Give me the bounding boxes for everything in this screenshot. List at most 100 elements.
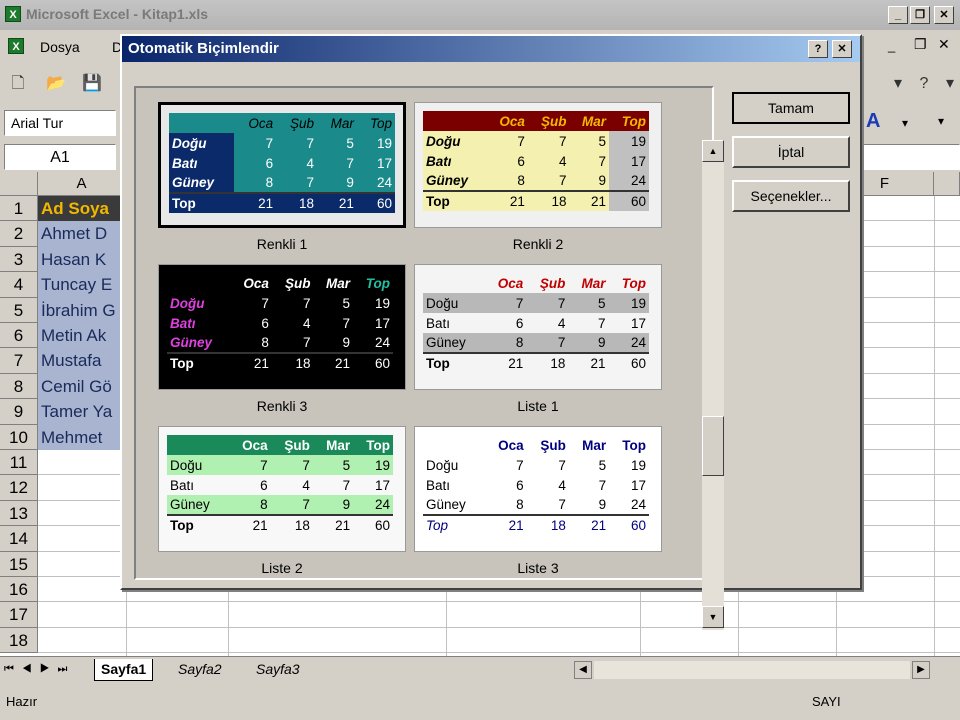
row-header[interactable]: 10 bbox=[0, 424, 38, 450]
cell-a[interactable]: Tamer Ya bbox=[38, 399, 126, 425]
sample-row: Güney 8 7 9 24 bbox=[167, 495, 393, 515]
row-header[interactable]: 6 bbox=[0, 323, 38, 349]
font-name-combo[interactable]: Arial Tur bbox=[4, 110, 116, 136]
tab-sayfa2[interactable]: Sayfa2 bbox=[172, 659, 228, 681]
workbook-minimize-icon[interactable]: _ bbox=[888, 38, 895, 53]
workbook-icon[interactable]: X bbox=[8, 38, 24, 54]
row-header[interactable]: 8 bbox=[0, 373, 38, 400]
save-icon[interactable]: 💾 bbox=[80, 72, 104, 96]
new-document-icon[interactable]: 🗋 bbox=[6, 72, 30, 96]
cell-a[interactable]: Metin Ak bbox=[38, 323, 126, 349]
sample-row-label: Top bbox=[167, 353, 231, 373]
sample-row-label: Top bbox=[169, 193, 235, 213]
formatting-options-icon[interactable]: ▾ bbox=[938, 114, 944, 128]
column-header-g[interactable] bbox=[934, 172, 960, 196]
cell-a[interactable]: Ad Soya bbox=[38, 196, 126, 222]
cell-a[interactable]: Mustafa bbox=[38, 348, 126, 374]
row-header[interactable]: 11 bbox=[0, 450, 38, 476]
sample-value-cell: 9 bbox=[598, 497, 607, 512]
row-header[interactable]: 1 bbox=[0, 196, 38, 222]
sample-row: Batı 6 4 7 17 bbox=[167, 313, 393, 333]
cell-a[interactable]: Ahmet D bbox=[38, 221, 126, 247]
row-header[interactable]: 14 bbox=[0, 526, 38, 552]
cell-a[interactable]: Tuncay E bbox=[38, 272, 126, 298]
column-header-a[interactable]: A bbox=[38, 172, 126, 196]
sample-value-cell: 60 bbox=[376, 196, 392, 211]
autoformat-sample[interactable]: Oca Şub Mar Top Doğu 7 7 5 19 Batı 6 4 7 17 Güney 8 7 9 24… bbox=[158, 264, 406, 390]
help-icon[interactable]: ? bbox=[912, 72, 936, 96]
row-header[interactable]: 15 bbox=[0, 551, 38, 577]
dialog-close-icon[interactable]: ✕ bbox=[832, 40, 852, 58]
scroll-thumb[interactable] bbox=[702, 416, 724, 476]
row-header[interactable]: 5 bbox=[0, 297, 38, 323]
gallery-scrollbar[interactable]: ▲ ▼ bbox=[702, 140, 724, 630]
grid-line bbox=[38, 626, 960, 628]
autoformat-sample[interactable]: Oca Şub Mar Top Doğu 7 7 5 19 Batı 6 4 7 17 Güney 8 7 9 24… bbox=[414, 102, 662, 228]
hscroll-right-icon[interactable]: ▶ bbox=[912, 661, 930, 679]
row-header[interactable]: 18 bbox=[0, 627, 38, 654]
sample-row: Top 21 18 21 60 bbox=[169, 193, 395, 213]
tab-navigation-icon[interactable]: ⏮◀▶⏭ bbox=[4, 663, 75, 676]
workbook-close-icon[interactable]: ✕ bbox=[938, 36, 950, 53]
hscroll-left-icon[interactable]: ◀ bbox=[574, 661, 592, 679]
cancel-button[interactable]: İptal bbox=[732, 136, 850, 168]
sample-header-cell: Mar bbox=[330, 115, 354, 131]
workbook-restore-icon[interactable]: ❐ bbox=[914, 36, 927, 53]
scroll-down-icon[interactable]: ▼ bbox=[702, 606, 724, 628]
row-header[interactable]: 3 bbox=[0, 246, 38, 273]
cell-a[interactable]: İbrahim G bbox=[38, 297, 126, 323]
cell-a[interactable]: Hasan K bbox=[38, 246, 126, 273]
minimize-icon[interactable]: _ bbox=[888, 6, 908, 24]
scroll-up-icon[interactable]: ▲ bbox=[702, 140, 724, 162]
row-header[interactable]: 4 bbox=[0, 272, 38, 298]
close-icon[interactable]: ✕ bbox=[934, 6, 954, 24]
sample-row: Güney 8 7 9 24 bbox=[423, 171, 649, 191]
autoformat-sample[interactable]: Oca Şub Mar Top Doğu 7 7 5 19 Batı 6 4 7 17 Güney 8 7 9 24… bbox=[414, 426, 662, 552]
sample-value-cell: 21 bbox=[590, 356, 606, 371]
row-header[interactable]: 2 bbox=[0, 221, 38, 247]
autoformat-dialog: Otomatik Biçimlendir ? ✕ Oca Şub Mar Top Doğ… bbox=[120, 34, 862, 630]
sample-row: Top 21 18 21 60 bbox=[423, 515, 649, 535]
font-color-dropdown-icon[interactable]: ▾ bbox=[902, 116, 908, 130]
open-folder-icon[interactable]: 📂 bbox=[44, 72, 68, 96]
cell-a[interactable]: Mehmet bbox=[38, 424, 126, 450]
row-header[interactable]: 13 bbox=[0, 500, 38, 527]
row-header[interactable]: 16 bbox=[0, 577, 38, 603]
autoformat-sample[interactable]: Oca Şub Mar Top Doğu 7 7 5 19 Batı 6 4 7 17 Güney 8 7 9 24… bbox=[158, 102, 406, 228]
sample-value-cell: 9 bbox=[342, 497, 351, 512]
sample-value-cell: 21 bbox=[253, 356, 269, 371]
sample-row: Doğu 7 7 5 19 bbox=[423, 455, 649, 475]
sample-row: Batı 6 4 7 17 bbox=[423, 475, 649, 495]
sample-value-cell: 21 bbox=[335, 356, 351, 371]
formula-input[interactable] bbox=[862, 144, 960, 170]
row-header[interactable]: 7 bbox=[0, 348, 38, 374]
sample-header-cell: Top bbox=[622, 437, 646, 453]
sample-row-label: Top bbox=[423, 515, 485, 535]
tab-sayfa1[interactable]: Sayfa1 bbox=[94, 659, 154, 681]
excel-app-icon[interactable]: X bbox=[5, 6, 21, 22]
sample-table: Oca Şub Mar Top Doğu 7 7 5 19 Batı 6 4 7 17 Güney 8 7 9 24… bbox=[169, 113, 395, 213]
autoformat-sample[interactable]: Oca Şub Mar Top Doğu 7 7 5 19 Batı 6 4 7 17 Güney 8 7 9 24… bbox=[414, 264, 662, 390]
ok-button[interactable]: Tamam bbox=[732, 92, 850, 124]
row-header[interactable]: 17 bbox=[0, 602, 38, 628]
options-button[interactable]: Seçenekler... bbox=[732, 180, 850, 212]
restore-icon[interactable]: ❐ bbox=[910, 6, 930, 24]
row-header[interactable]: 9 bbox=[0, 399, 38, 425]
tab-sayfa3[interactable]: Sayfa3 bbox=[250, 659, 306, 681]
sample-value-cell: 6 bbox=[515, 315, 524, 331]
sample-value-cell: 19 bbox=[630, 295, 646, 311]
sample-row: Top 21 18 21 60 bbox=[167, 515, 393, 535]
zoom-dropdown-icon[interactable]: ▾ bbox=[886, 72, 910, 96]
menu-dosya[interactable]: Dosya bbox=[40, 39, 80, 55]
row-header[interactable]: 12 bbox=[0, 475, 38, 501]
cell-a[interactable]: Cemil Gö bbox=[38, 373, 126, 400]
autoformat-sample[interactable]: Oca Şub Mar Top Doğu 7 7 5 19 Batı 6 4 7 17 Güney 8 7 9 24… bbox=[158, 426, 406, 552]
font-color-icon[interactable]: A bbox=[866, 110, 880, 133]
sample-header-cell: Mar bbox=[582, 113, 607, 129]
name-box[interactable]: A1 bbox=[4, 144, 116, 170]
sample-row: Doğu 7 7 5 19 bbox=[423, 131, 649, 151]
select-all-corner[interactable] bbox=[0, 172, 38, 196]
horizontal-scrollbar[interactable] bbox=[594, 661, 910, 679]
dialog-help-icon[interactable]: ? bbox=[808, 40, 828, 58]
toolbar-options-icon[interactable]: ▾ bbox=[938, 72, 960, 96]
